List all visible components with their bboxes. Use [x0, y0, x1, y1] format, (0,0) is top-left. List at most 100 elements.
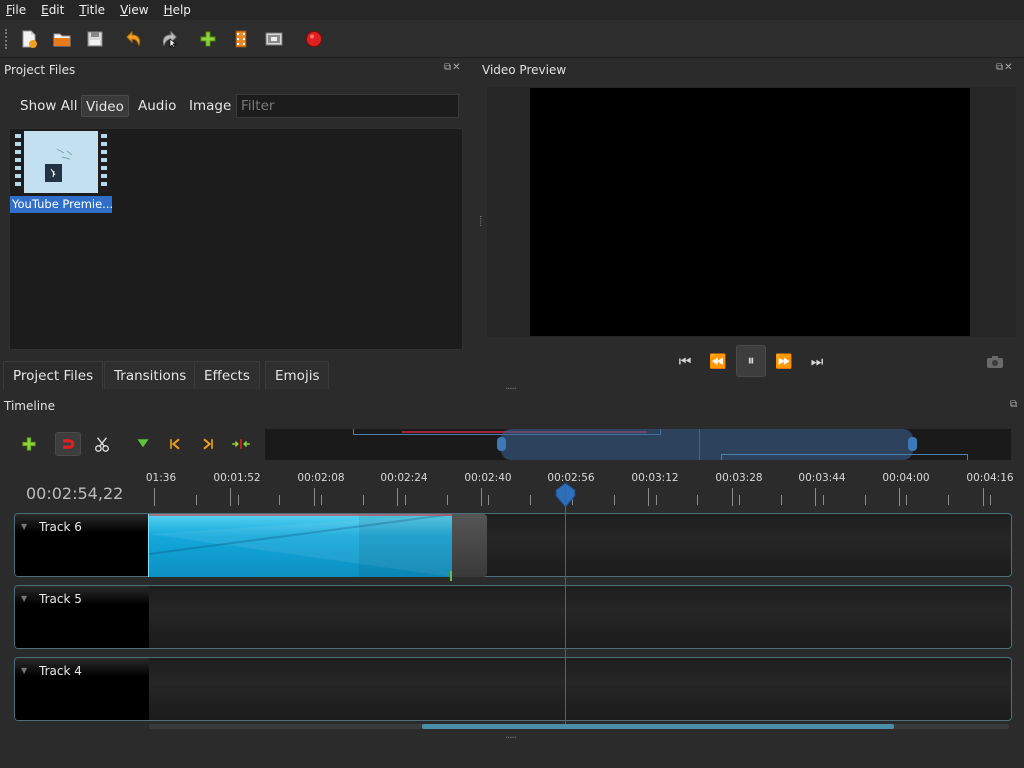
previous-marker-button[interactable]	[162, 432, 188, 456]
ruler-tick-label: 00:02:24	[380, 472, 428, 484]
filter-image[interactable]: Image	[185, 95, 235, 117]
next-marker-button[interactable]	[195, 432, 221, 456]
ruler-minor-tick	[154, 495, 155, 505]
timeline-dock-icon[interactable]: ⧉	[1010, 399, 1018, 410]
file-thumbnail[interactable]	[12, 131, 110, 193]
pause-button[interactable]: ⏸	[736, 345, 766, 377]
ruler-minor-tick	[656, 495, 657, 505]
menu-view[interactable]: View	[120, 0, 148, 20]
razor-tool-button[interactable]	[89, 432, 115, 456]
film-thumbnail-icon	[12, 131, 110, 193]
menu-file[interactable]: File	[6, 0, 26, 20]
ruler-tick-label: 00:04:16	[966, 472, 1014, 484]
collapse-arrow-icon[interactable]: ▼	[21, 594, 27, 603]
skip-end-icon: ⏭	[810, 354, 824, 370]
redo-button[interactable]	[157, 26, 183, 52]
project-files-dock-icons[interactable]: ⧉✕	[444, 62, 462, 73]
video-preview-title: Video Preview	[482, 63, 567, 77]
filter-audio[interactable]: Audio	[134, 95, 180, 117]
clip-end-handle[interactable]	[452, 514, 487, 577]
collapse-arrow-icon[interactable]: ▼	[21, 522, 27, 531]
tab-effects[interactable]: Effects	[194, 361, 260, 389]
menu-help[interactable]: Help	[164, 0, 191, 20]
ruler-minor-tick	[530, 495, 531, 505]
ruler-tick-label: 00:03:44	[798, 472, 846, 484]
menu-bar: File Edit Title View Help	[0, 0, 1024, 20]
ruler-minor-tick	[447, 495, 448, 505]
menu-edit[interactable]: Edit	[41, 0, 64, 20]
skip-start-icon: ⏮	[678, 354, 692, 370]
video-canvas[interactable]	[530, 88, 970, 336]
ruler-minor-tick	[363, 495, 364, 505]
add-marker-button[interactable]	[130, 432, 156, 456]
tab-emojis[interactable]: Emojis	[265, 361, 330, 389]
ruler-major-tick	[397, 488, 398, 506]
open-project-button[interactable]	[49, 26, 75, 52]
tab-transitions[interactable]: Transitions	[104, 361, 197, 389]
snapshot-button[interactable]	[983, 350, 1007, 374]
ruler-major-tick	[481, 488, 482, 506]
ruler-major-tick	[899, 488, 900, 506]
filter-show-all[interactable]: Show All	[16, 95, 81, 117]
open-folder-icon	[53, 33, 71, 47]
choose-profile-button[interactable]	[228, 26, 254, 52]
ruler-tick-label: 01:36	[145, 472, 177, 484]
undo-button[interactable]	[120, 26, 146, 52]
menu-title[interactable]: Title	[79, 0, 105, 20]
ruler-minor-tick	[279, 495, 280, 505]
new-project-button[interactable]	[16, 26, 42, 52]
track-header[interactable]: ▼ Track 4	[15, 658, 149, 720]
timeline-title: Timeline	[4, 399, 56, 413]
video-clip[interactable]	[148, 514, 453, 577]
ruler-minor-tick	[865, 495, 866, 505]
tab-project-files[interactable]: Project Files	[3, 361, 104, 389]
horizontal-splitter-top[interactable]: ·····	[505, 384, 517, 395]
vertical-splitter[interactable]: ·····	[474, 215, 485, 226]
toolbar-grip[interactable]	[5, 29, 9, 49]
save-project-button[interactable]	[82, 26, 108, 52]
overview-playhead	[699, 429, 700, 460]
track-row[interactable]: ▼ Track 4	[14, 657, 1012, 721]
ruler-minor-tick	[823, 495, 824, 505]
overview-range-outline	[721, 454, 968, 460]
overview-left-handle[interactable]	[497, 437, 506, 451]
collapse-arrow-icon[interactable]: ▼	[21, 666, 27, 675]
jump-end-button[interactable]: ⏭	[805, 350, 829, 374]
center-arrows-icon	[232, 439, 250, 449]
video-preview-dock-icons[interactable]: ⧉✕	[996, 62, 1014, 73]
playhead-line	[565, 485, 566, 725]
timeline-scrollbar-thumb[interactable]	[422, 724, 894, 729]
overview-right-handle[interactable]	[908, 437, 917, 451]
rewind-button[interactable]: ⏪	[706, 350, 730, 374]
track-header[interactable]: ▼ Track 6	[15, 514, 149, 576]
fast-forward-button[interactable]: ⏩	[772, 350, 796, 374]
add-track-button[interactable]	[16, 432, 42, 456]
plus-icon	[200, 31, 216, 47]
filter-input[interactable]	[236, 94, 459, 118]
plus-icon	[22, 437, 36, 451]
track-header[interactable]: ▼ Track 5	[15, 586, 149, 648]
rewind-icon: ⏪	[709, 354, 727, 370]
track-row[interactable]: ▼ Track 5	[14, 585, 1012, 649]
track-name: Track 6	[39, 520, 82, 534]
ruler-major-tick	[983, 488, 984, 506]
export-video-button[interactable]	[301, 26, 327, 52]
snap-toggle-button[interactable]	[55, 432, 81, 456]
fullscreen-button[interactable]	[261, 26, 287, 52]
import-files-button[interactable]	[195, 26, 221, 52]
timeline-overview[interactable]	[265, 429, 1011, 460]
ruler-minor-tick	[906, 495, 907, 505]
ruler-minor-tick	[321, 495, 322, 505]
next-marker-icon	[203, 438, 213, 450]
clip-waveform-shape	[149, 514, 453, 577]
horizontal-splitter-bottom[interactable]: ·····	[505, 733, 517, 744]
file-label[interactable]: YouTube Premie...	[10, 196, 112, 213]
jump-start-button[interactable]: ⏮	[673, 350, 697, 374]
filter-video[interactable]: Video	[81, 95, 129, 117]
ruler-minor-tick	[697, 495, 698, 505]
fast-forward-icon: ⏩	[775, 354, 793, 370]
center-playhead-button[interactable]	[228, 432, 254, 456]
ruler-tick-label: 00:04:00	[882, 472, 930, 484]
ruler-minor-tick	[739, 495, 740, 505]
ruler-minor-tick	[948, 495, 949, 505]
